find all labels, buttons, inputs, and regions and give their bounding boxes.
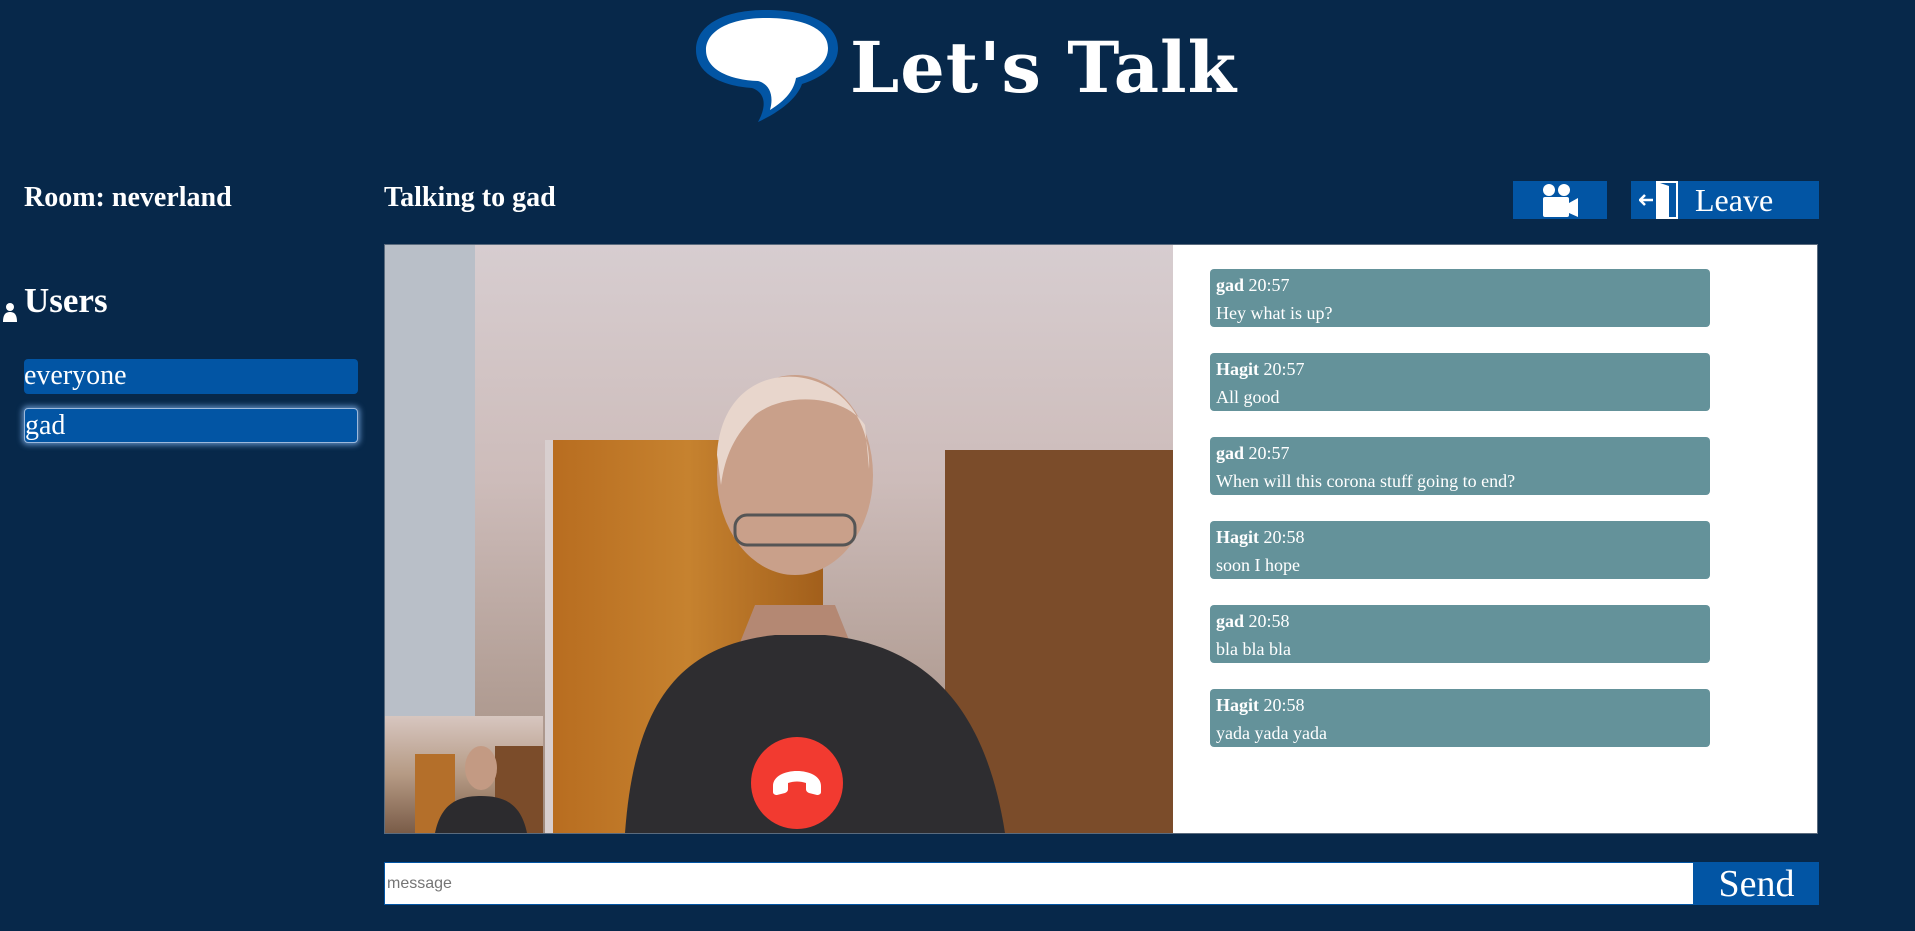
message-text: yada yada yada xyxy=(1216,723,1327,743)
message-time: 20:58 xyxy=(1263,527,1305,547)
message-time: 20:58 xyxy=(1263,695,1305,715)
message-text: All good xyxy=(1216,387,1280,407)
phone-hangup-icon xyxy=(773,771,821,795)
chat-message: Hagit 20:58 soon I hope xyxy=(1210,521,1710,579)
users-heading: Users xyxy=(2,281,108,322)
message-sender: gad xyxy=(1216,443,1245,463)
chat-message: gad 20:57 When will this corona stuff go… xyxy=(1210,437,1710,495)
message-input[interactable] xyxy=(384,862,1694,905)
leave-button[interactable]: Leave xyxy=(1631,181,1819,219)
speech-bubble-icon xyxy=(696,10,838,122)
chat-messages: gad 20:57 Hey what is up? Hagit 20:57 Al… xyxy=(1210,269,1710,773)
message-sender: gad xyxy=(1216,611,1245,631)
message-sender: Hagit xyxy=(1216,695,1259,715)
leave-label: Leave xyxy=(1695,181,1774,218)
message-text: soon I hope xyxy=(1216,555,1300,575)
message-sender: Hagit xyxy=(1216,359,1259,379)
room-label: Room: neverland xyxy=(24,182,232,213)
message-time: 20:57 xyxy=(1263,359,1305,379)
exit-door-icon xyxy=(1639,181,1678,219)
users-heading-label: Users xyxy=(24,281,108,320)
message-time: 20:57 xyxy=(1248,443,1290,463)
chat-message: Hagit 20:58 yada yada yada xyxy=(1210,689,1710,747)
self-video-preview xyxy=(385,716,543,833)
message-time: 20:57 xyxy=(1248,275,1290,295)
hangup-button[interactable] xyxy=(751,737,843,829)
send-button[interactable]: Send xyxy=(1694,862,1819,905)
person-icon xyxy=(2,291,18,322)
app-logo: Let's Talk xyxy=(692,4,1236,128)
call-panel: gad 20:57 Hey what is up? Hagit 20:57 Al… xyxy=(384,244,1818,834)
message-text: When will this corona stuff going to end… xyxy=(1216,471,1516,491)
message-sender: gad xyxy=(1216,275,1245,295)
video-call-button[interactable] xyxy=(1513,181,1607,219)
conversation-title: Talking to gad xyxy=(384,182,556,213)
app-title: Let's Talk xyxy=(850,26,1238,109)
message-time: 20:58 xyxy=(1248,611,1290,631)
main-video xyxy=(385,245,1173,833)
remote-participant-figure xyxy=(625,375,1005,833)
chat-message: gad 20:58 bla bla bla xyxy=(1210,605,1710,663)
video-camera-icon xyxy=(1543,184,1578,217)
message-text: bla bla bla xyxy=(1216,639,1291,659)
message-sender: Hagit xyxy=(1216,527,1259,547)
message-text: Hey what is up? xyxy=(1216,303,1333,323)
user-item-gad[interactable]: gad xyxy=(24,408,358,443)
self-participant-figure xyxy=(415,746,543,833)
chat-message: Hagit 20:57 All good xyxy=(1210,353,1710,411)
user-item-everyone[interactable]: everyone xyxy=(24,359,358,394)
user-list: everyone gad xyxy=(24,359,358,457)
chat-message: gad 20:57 Hey what is up? xyxy=(1210,269,1710,327)
